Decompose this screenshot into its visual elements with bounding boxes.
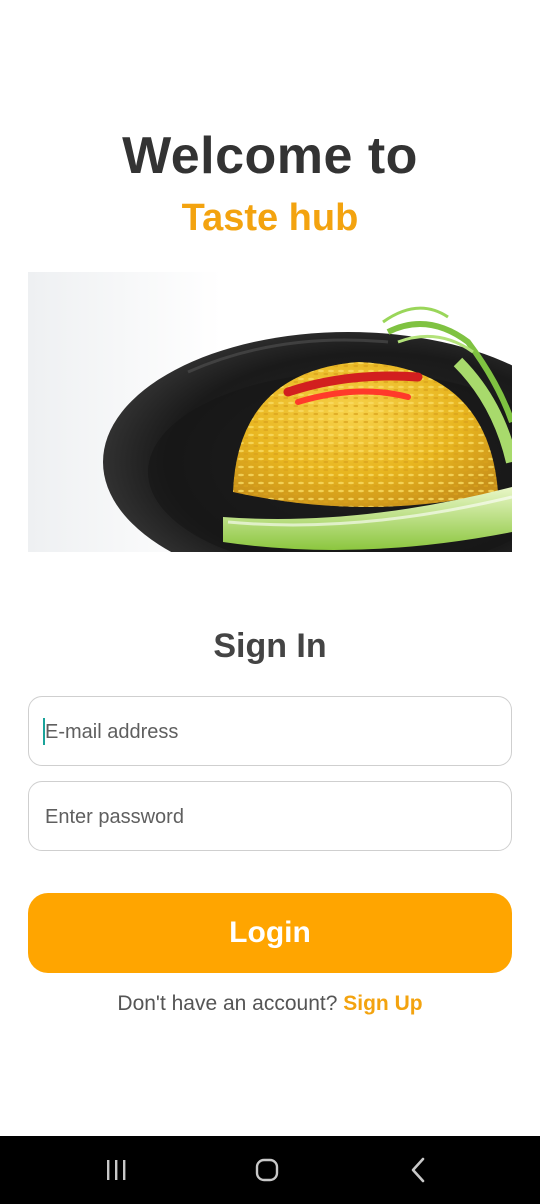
hero-food-image [28, 272, 512, 552]
email-input[interactable] [43, 697, 497, 767]
text-cursor [43, 718, 45, 745]
recents-button[interactable] [86, 1150, 146, 1190]
system-navigation-bar [0, 1136, 540, 1204]
password-input[interactable] [43, 782, 497, 852]
signup-prompt-text: Don't have an account? [117, 992, 344, 1015]
back-icon [411, 1157, 425, 1183]
back-button[interactable] [389, 1150, 449, 1190]
signup-prompt: Don't have an account? Sign Up [0, 990, 540, 1018]
home-button[interactable] [237, 1150, 297, 1190]
recents-icon [107, 1160, 126, 1180]
sign-up-link[interactable]: Sign Up [343, 992, 422, 1015]
login-button[interactable]: Login [28, 893, 512, 973]
fried-rice-dish-image [103, 306, 512, 552]
home-icon [255, 1158, 279, 1182]
password-field[interactable] [28, 781, 512, 852]
email-field[interactable] [28, 696, 512, 767]
sign-in-screen: Welcome to Taste hub Sign In E-mail addr… [0, 0, 540, 1204]
app-name: Taste hub [181, 197, 359, 239]
sign-in-title: Sign In [213, 627, 327, 665]
welcome-heading: Welcome to [122, 127, 418, 185]
